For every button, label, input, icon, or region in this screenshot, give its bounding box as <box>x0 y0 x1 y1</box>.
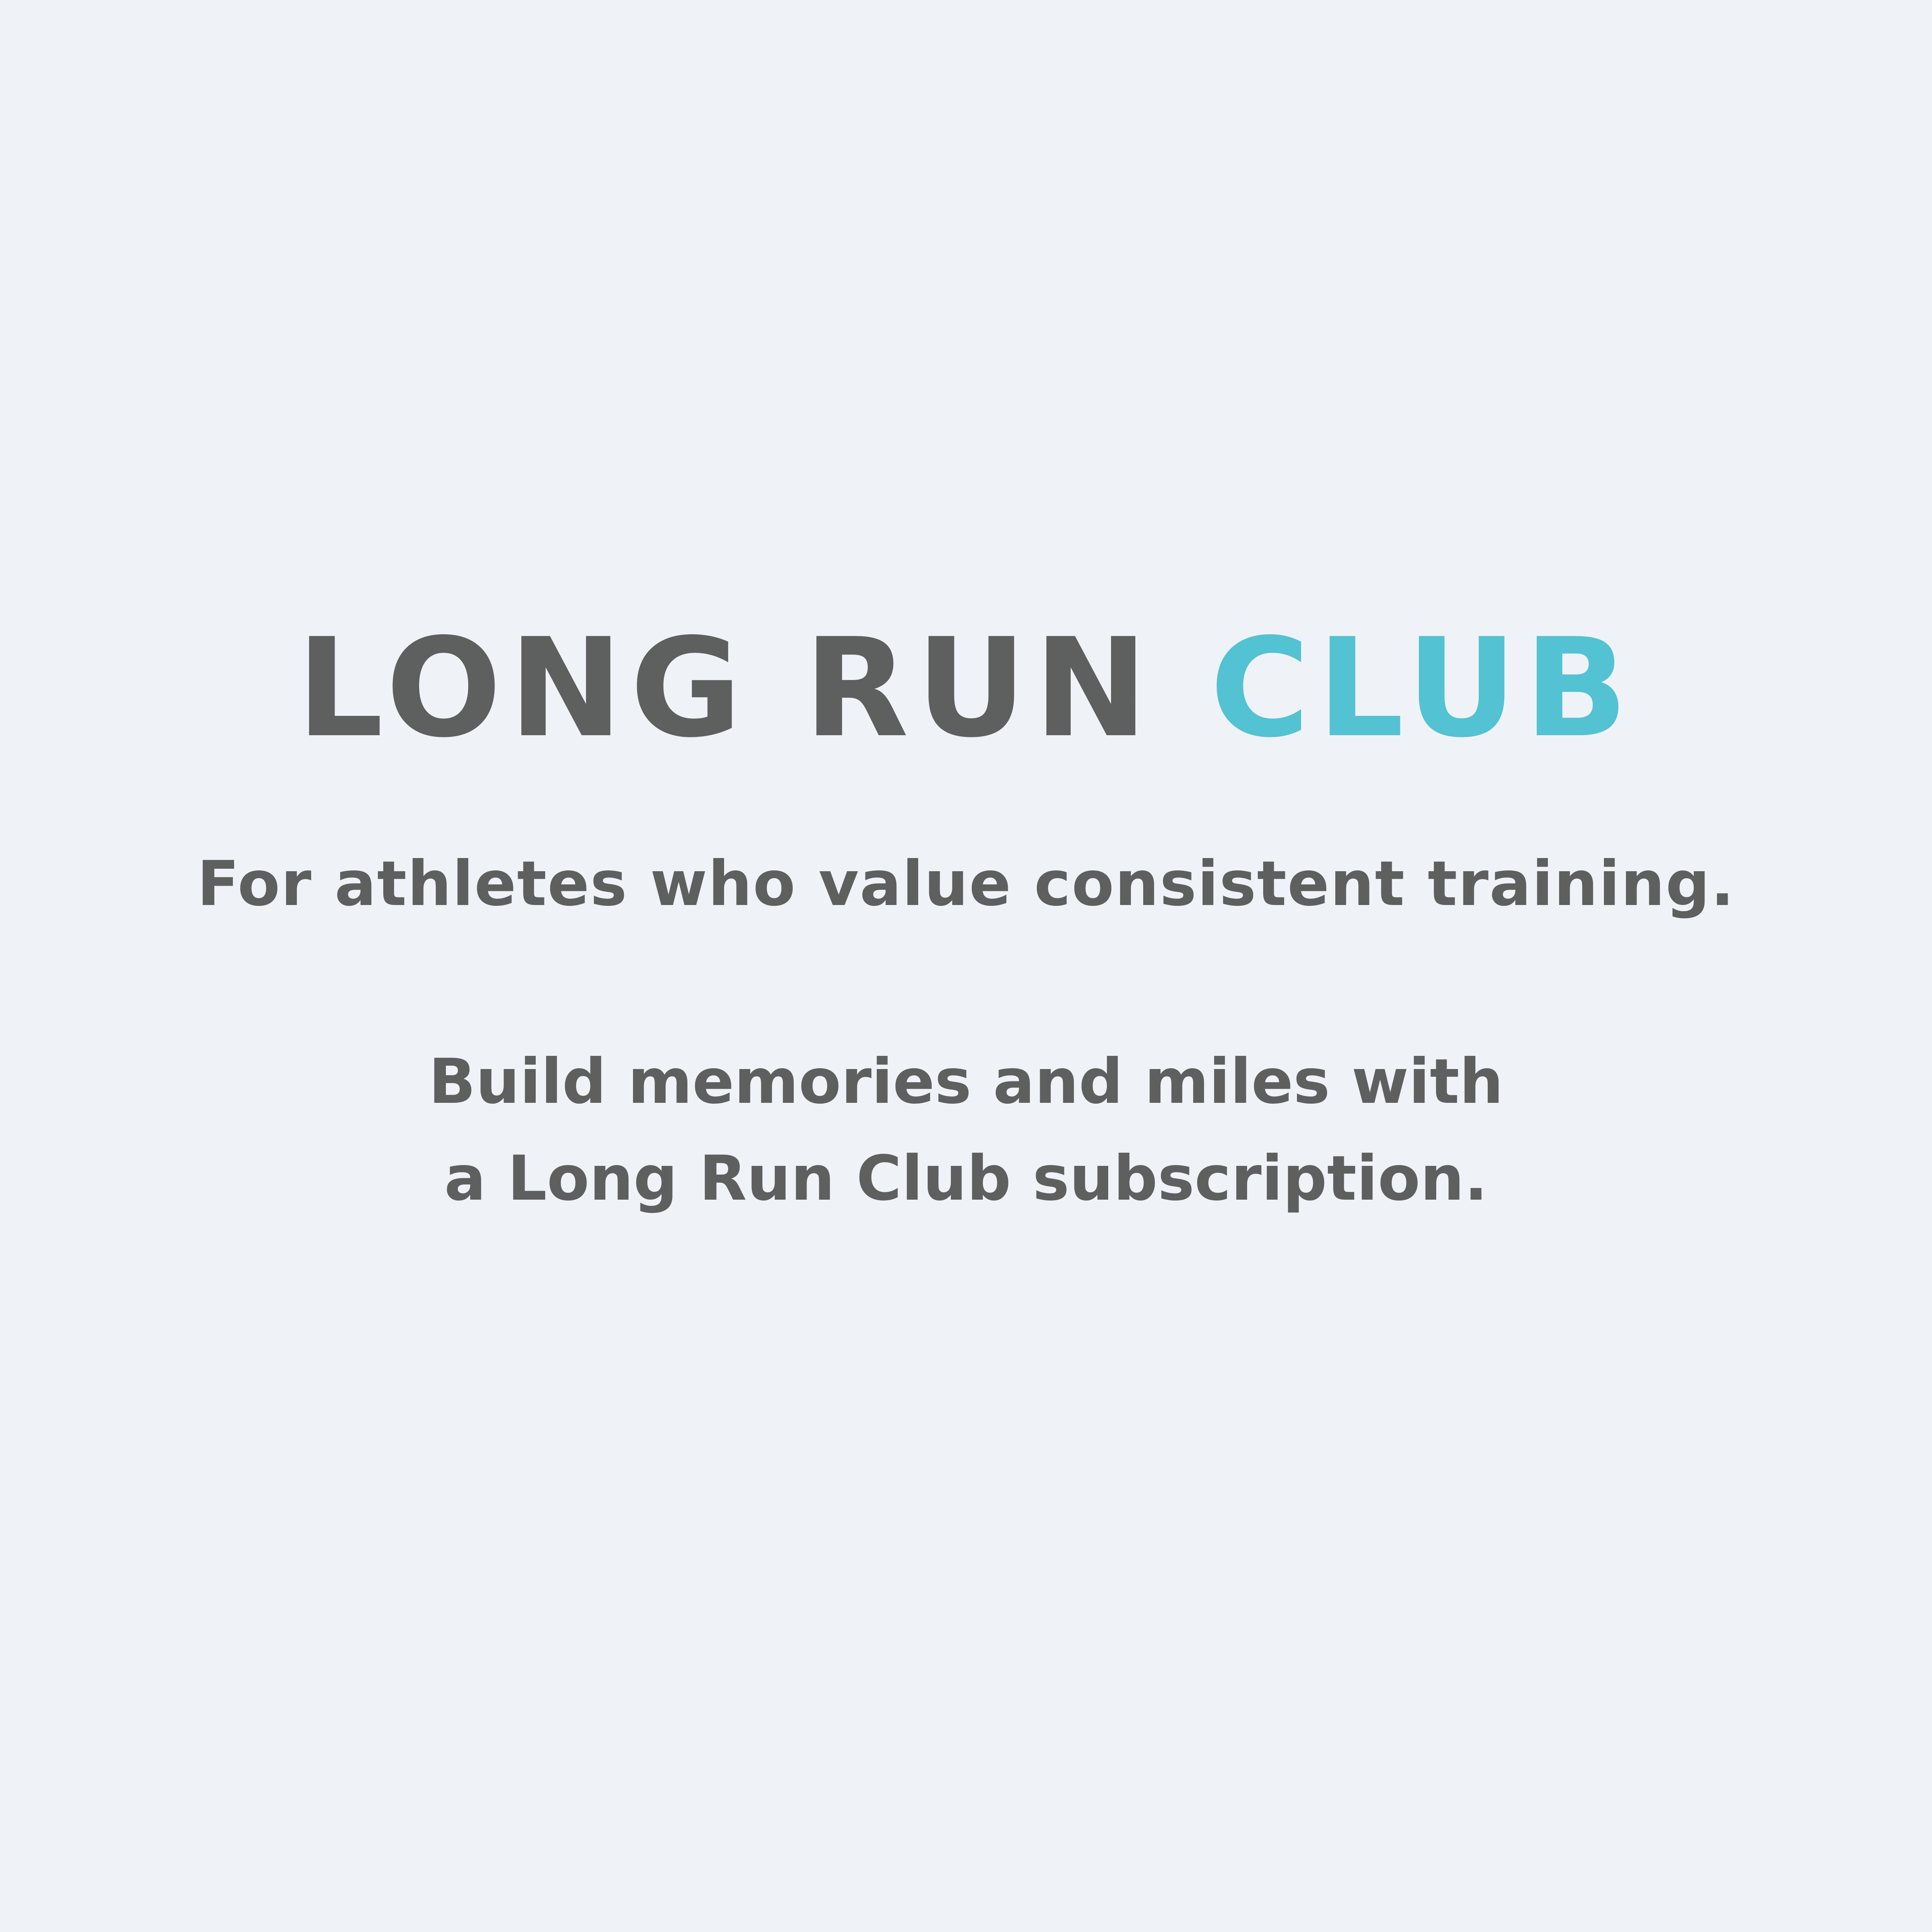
tagline: For athletes who value consistent traini… <box>197 848 1735 920</box>
logo-word-main: LONG RUN <box>296 609 1156 767</box>
brand-logo: LONG RUN CLUB <box>0 618 1932 758</box>
cta-line-2: a Long Run Club subscription. <box>444 1143 1488 1215</box>
cta-line-1: Build memories and miles with <box>428 1046 1503 1118</box>
promo-card: LONG RUN CLUB For athletes who value con… <box>0 0 1932 1932</box>
logo-word-accent: CLUB <box>1210 609 1636 767</box>
